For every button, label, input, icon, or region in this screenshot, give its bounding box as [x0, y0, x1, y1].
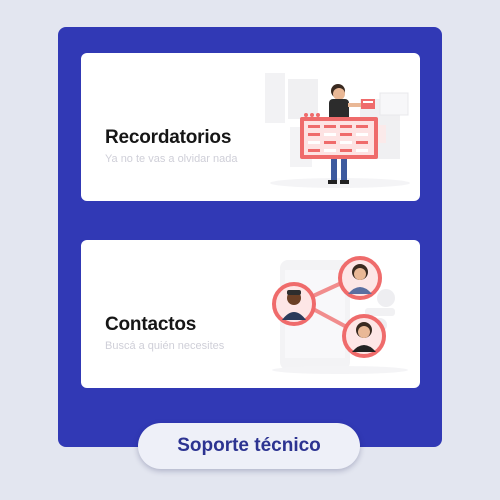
reminders-card[interactable]: Recordatorios Ya no te vas a olvidar nad…: [81, 53, 420, 201]
contacts-network-illustration-icon: [272, 256, 408, 374]
contacts-title: Contactos: [105, 314, 197, 335]
calendar-reminder-illustration-icon: [265, 73, 410, 188]
reminders-title: Recordatorios: [105, 127, 232, 148]
contacts-card[interactable]: Contactos Buscá a quién necesites: [81, 240, 420, 388]
support-button[interactable]: Soporte técnico: [138, 423, 360, 469]
reminders-subtitle: Ya no te vas a olvidar nada: [105, 153, 238, 165]
contacts-subtitle: Buscá a quién necesites: [105, 340, 225, 352]
